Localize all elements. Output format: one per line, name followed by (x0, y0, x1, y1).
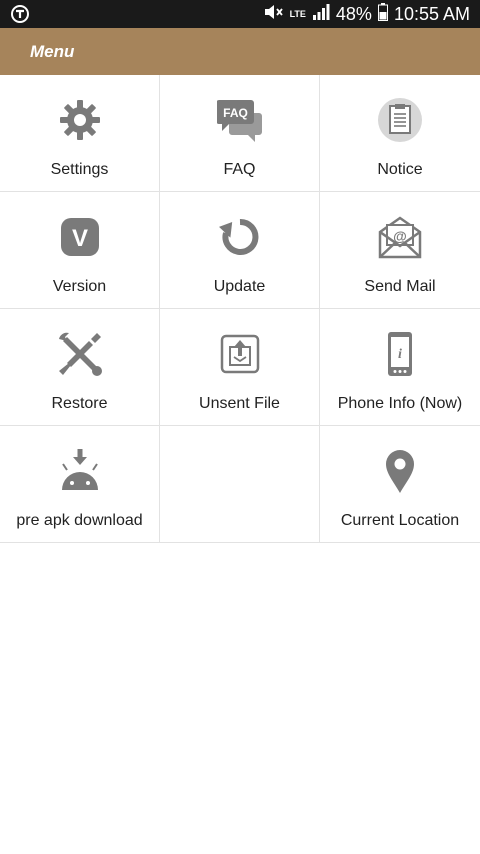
page-title: Menu (30, 42, 75, 61)
android-download-icon (57, 448, 103, 494)
menu-item-restore[interactable]: Restore (0, 309, 160, 425)
menu-item-pre-apk-download[interactable]: pre apk download (0, 426, 160, 542)
menu-grid: Settings FAQ FAQ Notice V Version Update… (0, 75, 480, 543)
menu-row: Settings FAQ FAQ Notice (0, 75, 480, 192)
tools-icon (57, 331, 103, 377)
battery-icon (377, 2, 388, 26)
menu-item-label: Phone Info (Now) (337, 395, 463, 412)
menu-item-label: pre apk download (16, 512, 143, 529)
faq-icon-text: FAQ (223, 106, 248, 120)
menu-item-current-location[interactable]: Current Location (320, 426, 480, 542)
mail-icon: @ (377, 214, 423, 260)
menu-item-label: Notice (377, 161, 423, 178)
menu-header: Menu (0, 28, 480, 75)
menu-item-unsent-file[interactable]: Unsent File (160, 309, 320, 425)
menu-item-label: Unsent File (199, 395, 280, 412)
menu-item-empty (160, 426, 320, 542)
faq-icon: FAQ (216, 97, 263, 143)
menu-item-label: Settings (50, 161, 109, 178)
lte-icon: LTE (289, 8, 306, 19)
app-notification-icon (10, 4, 30, 24)
menu-item-label: Update (213, 278, 266, 295)
phone-info-icon-text: i (398, 347, 402, 362)
upload-box-icon (217, 331, 263, 377)
menu-item-version[interactable]: V Version (0, 192, 160, 308)
clock: 10:55 AM (393, 3, 470, 24)
battery-percent: 48% (335, 3, 372, 24)
menu-item-notice[interactable]: Notice (320, 75, 480, 191)
status-bar: LTE 48% 10:55 AM (0, 0, 480, 28)
version-icon: V (57, 214, 103, 260)
notice-clipboard-icon (377, 97, 423, 143)
location-pin-icon (377, 448, 423, 494)
mute-icon (262, 2, 284, 27)
menu-item-label: Version (52, 278, 107, 295)
signal-icon (312, 3, 330, 26)
menu-item-update[interactable]: Update (160, 192, 320, 308)
menu-row: pre apk download Current Location (0, 426, 480, 543)
refresh-icon (217, 214, 263, 260)
version-icon-text: V (71, 225, 87, 252)
menu-item-phone-info[interactable]: i Phone Info (Now) (320, 309, 480, 425)
phone-info-icon: i (377, 331, 423, 377)
menu-item-label: FAQ (223, 161, 256, 178)
menu-item-settings[interactable]: Settings (0, 75, 160, 191)
menu-item-label: Current Location (340, 512, 460, 529)
menu-item-faq[interactable]: FAQ FAQ (160, 75, 320, 191)
gear-icon (57, 97, 103, 143)
menu-item-label: Send Mail (364, 278, 436, 295)
menu-row: Restore Unsent File i Phone Info (Now) (0, 309, 480, 426)
menu-item-send-mail[interactable]: @ Send Mail (320, 192, 480, 308)
menu-row: V Version Update @ Send Mail (0, 192, 480, 309)
menu-item-label: Restore (51, 395, 108, 412)
